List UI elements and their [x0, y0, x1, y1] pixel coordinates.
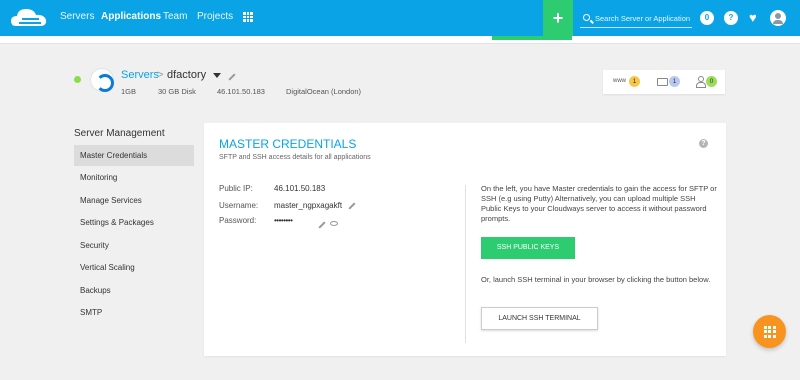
sidebar-item-master-credentials[interactable]: Master Credentials: [74, 145, 194, 166]
server-stats: www 1 1 0: [603, 70, 725, 94]
credentials-card: MASTER CREDENTIALS SFTP and SSH access d…: [204, 123, 726, 356]
server-disk: 30 GB Disk: [158, 87, 196, 96]
sidebar-item-monitoring[interactable]: Monitoring: [74, 167, 194, 188]
www-count-badge[interactable]: 1: [629, 76, 640, 87]
server-provider: DigitalOcean (London): [286, 87, 362, 96]
username-label: Username:: [219, 201, 259, 210]
sidebar-item-security[interactable]: Security: [74, 235, 194, 256]
ssh-info-text: On the left, you have Master credentials…: [481, 184, 717, 223]
search-icon: [583, 14, 590, 21]
sidebar-item-backups[interactable]: Backups: [74, 280, 194, 301]
breadcrumb-servers[interactable]: Servers: [121, 69, 159, 81]
help-icon[interactable]: ?: [699, 139, 708, 148]
users-count-badge[interactable]: 0: [706, 76, 717, 87]
nav-projects[interactable]: Projects: [197, 11, 233, 22]
ssh-public-keys-button[interactable]: SSH PUBLIC KEYS: [481, 237, 575, 259]
public-ip-label: Public IP:: [219, 184, 253, 193]
apps-grid-icon[interactable]: [243, 12, 253, 22]
nav-servers[interactable]: Servers: [60, 11, 94, 22]
notifications-badge[interactable]: 0: [700, 11, 714, 25]
status-dot-icon: [74, 76, 81, 83]
launch-ssh-terminal-button[interactable]: LAUNCH SSH TERMINAL: [481, 307, 598, 330]
edit-pencil-icon[interactable]: [228, 73, 236, 81]
sidebar-item-vertical-scaling[interactable]: Vertical Scaling: [74, 257, 194, 278]
sidebar-item-manage-services[interactable]: Manage Services: [74, 190, 194, 211]
server-ip: 46.101.50.183: [217, 87, 265, 96]
add-button[interactable]: +: [543, 0, 573, 36]
floating-menu-button[interactable]: [753, 315, 786, 348]
folder-count-badge[interactable]: 1: [669, 76, 680, 87]
nav-applications[interactable]: Applications: [101, 11, 161, 22]
sub-toolbar: [0, 36, 800, 44]
chevron-down-icon[interactable]: [213, 73, 221, 78]
sidebar-item-smtp[interactable]: SMTP: [74, 302, 194, 323]
server-ram: 1GB: [121, 87, 137, 96]
top-nav: Servers Applications Team Projects + 0 ?…: [0, 0, 800, 36]
search-input[interactable]: [595, 12, 690, 24]
card-subtitle: SFTP and SSH access details for all appl…: [219, 154, 371, 161]
username-value: master_ngpxagakft: [274, 201, 343, 210]
password-label: Password:: [219, 216, 257, 225]
password-value: ••••••••: [274, 216, 293, 225]
server-name[interactable]: dfactory: [167, 69, 206, 81]
cloudways-logo-icon[interactable]: [10, 6, 48, 30]
user-icon: [695, 76, 706, 88]
public-ip-value: 46.101.50.183: [274, 184, 326, 193]
edit-password-icon[interactable]: [318, 221, 326, 229]
digitalocean-icon: [90, 68, 114, 92]
heart-icon[interactable]: ♥: [749, 11, 757, 25]
folder-icon: [657, 78, 668, 86]
eye-icon[interactable]: [330, 221, 338, 226]
divider: [465, 185, 466, 343]
help-icon[interactable]: ?: [724, 11, 738, 25]
nav-team[interactable]: Team: [163, 11, 187, 22]
www-label: www: [613, 78, 626, 84]
breadcrumb-separator: >: [157, 69, 164, 81]
search-box: [580, 9, 692, 28]
card-title: MASTER CREDENTIALS: [219, 137, 357, 151]
sidebar-item-settings-packages[interactable]: Settings & Packages: [74, 212, 194, 233]
avatar[interactable]: [770, 10, 786, 26]
edit-username-icon[interactable]: [348, 202, 356, 210]
sidebar-title: Server Management: [74, 128, 165, 139]
launch-info-text: Or, launch SSH terminal in your browser …: [481, 275, 711, 284]
